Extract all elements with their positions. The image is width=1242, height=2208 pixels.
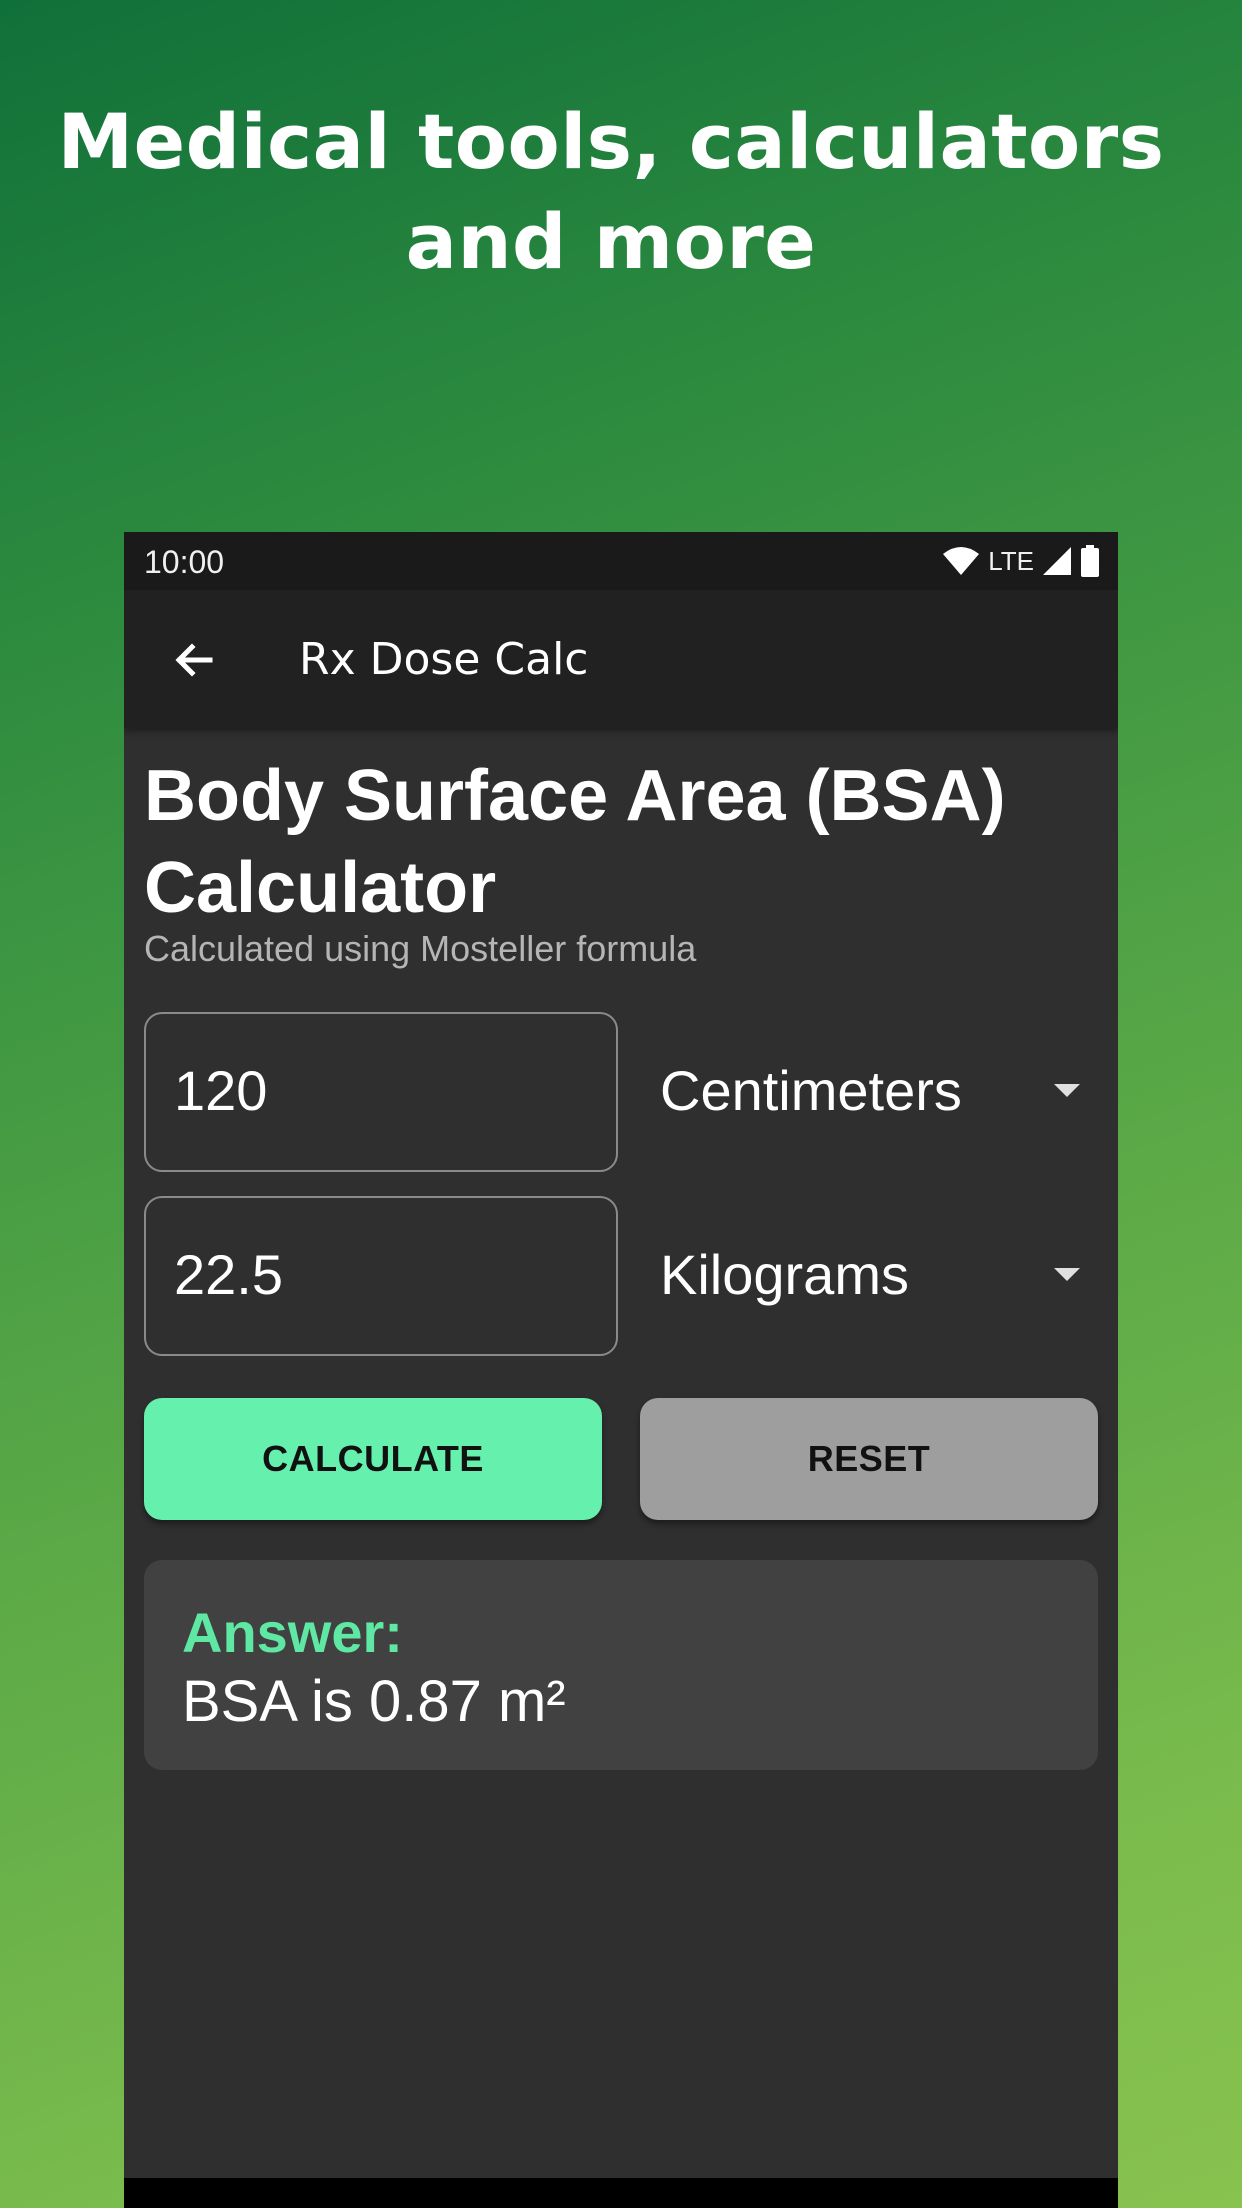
signal-icon — [1043, 547, 1071, 575]
arrow-back-icon — [175, 643, 213, 677]
status-time: 10:00 — [144, 544, 225, 580]
app-title: Rx Dose Calc — [299, 634, 589, 685]
weight-value: 22.5 — [174, 1243, 283, 1306]
promo-headline-line1: Medical tools, calculators — [57, 97, 1165, 186]
wifi-icon — [943, 547, 980, 575]
height-input[interactable]: 120 — [144, 1012, 618, 1172]
height-value: 120 — [174, 1059, 268, 1122]
weight-input[interactable]: 22.5 — [144, 1196, 618, 1356]
height-unit-label: Centimeters — [660, 1059, 962, 1122]
weight-unit-select[interactable]: Kilograms — [660, 1196, 1100, 1356]
answer-label: Answer: — [182, 1601, 403, 1664]
answer-value: BSA is 0.87 m² — [182, 1669, 566, 1734]
battery-icon — [1081, 545, 1099, 577]
back-button[interactable] — [164, 630, 224, 690]
height-unit-select[interactable]: Centimeters — [660, 1012, 1100, 1172]
app-bar: Rx Dose Calc — [124, 590, 1118, 728]
network-type: LTE — [988, 545, 1034, 576]
phone-screen: 10:00 LTE Rx Dose Calc Body Surface Area… — [124, 532, 1118, 2208]
calculate-button[interactable]: CALCULATE — [144, 1398, 602, 1520]
weight-unit-label: Kilograms — [660, 1243, 909, 1306]
status-icons: LTE — [942, 542, 1100, 580]
dropdown-arrow-icon — [1054, 1268, 1080, 1281]
promo-headline: Medical tools, calculators and more — [0, 92, 1222, 292]
navigation-bar — [124, 2178, 1118, 2208]
dropdown-arrow-icon — [1054, 1084, 1080, 1097]
reset-button[interactable]: RESET — [640, 1398, 1098, 1520]
answer-card: Answer: BSA is 0.87 m² — [144, 1560, 1098, 1770]
promo-headline-line2: and more — [405, 197, 817, 286]
page-title: Body Surface Area (BSA) Calculator — [144, 756, 1006, 928]
page-subtitle: Calculated using Mosteller formula — [144, 928, 697, 969]
status-bar: 10:00 LTE — [124, 532, 1118, 590]
